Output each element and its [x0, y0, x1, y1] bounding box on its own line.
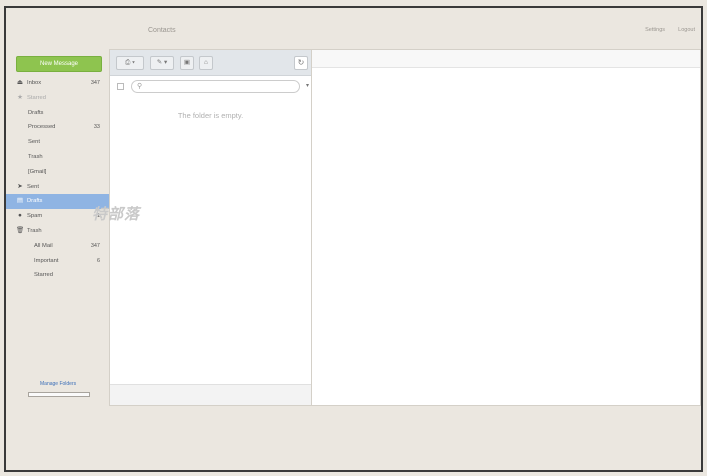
chevron-down-icon[interactable]: ▾: [306, 82, 309, 89]
new-message-button[interactable]: New Message: [16, 56, 102, 72]
sidebar-item-label: Drafts: [27, 198, 43, 205]
refresh-button[interactable]: ↻: [294, 56, 308, 70]
empty-folder-message: The folder is empty.: [177, 111, 244, 120]
warning-icon: ●: [18, 212, 22, 220]
search-input[interactable]: ⚲: [131, 80, 300, 93]
sidebar-item-label: Starred: [34, 272, 54, 279]
sidebar-item-sent[interactable]: ➤ Sent: [6, 180, 110, 195]
sidebar-item-inbox[interactable]: ⏏ Inbox 347: [6, 76, 110, 91]
document-icon: ▤: [16, 197, 24, 205]
trash-icon: ▣: [183, 59, 191, 66]
sidebar-item-label: Drafts: [28, 109, 44, 116]
sidebar-item-label: [Gmail]: [28, 168, 47, 175]
forward-button[interactable]: ✎ ▾: [150, 56, 174, 70]
sidebar-item-label: Processed: [28, 124, 56, 131]
unread-count: 6: [96, 257, 100, 264]
reply-icon: ⎙ ▾: [125, 59, 135, 66]
sidebar-item-sent-sub[interactable]: Sent: [6, 135, 110, 150]
sidebar-item-starred[interactable]: ★ Starred: [6, 91, 110, 106]
watermark: 特部落: [92, 206, 141, 223]
unread-count: 33: [93, 124, 100, 131]
sidebar-item-drafts-sub[interactable]: Drafts: [6, 106, 110, 121]
message-list-pane: ⎙ ▾ ✎ ▾ ▣ ⌂ ↻ ⚲ ▾ The folder is empty.: [109, 49, 312, 406]
sidebar-item-trash[interactable]: 🗑 Trash: [6, 224, 110, 239]
unread-count: 347: [90, 242, 100, 249]
top-bar: Contacts Settings Logout: [6, 8, 701, 54]
search-row: ⚲ ▾: [110, 78, 311, 94]
sidebar-item-label: Sent: [28, 139, 40, 146]
select-all-checkbox[interactable]: [117, 83, 124, 90]
trash-icon: 🗑: [16, 226, 25, 234]
sidebar-item-label: Important: [34, 257, 59, 264]
folder-list: ⏏ Inbox 347 ★ Starred Drafts Processed 33 Sent Tr…: [6, 76, 110, 283]
app-window: Contacts Settings Logout New Message ⏏ In…: [4, 6, 703, 472]
sidebar-item-label: Sent: [27, 183, 39, 190]
reply-button[interactable]: ⎙ ▾: [116, 56, 144, 70]
contacts-link[interactable]: Contacts: [148, 27, 176, 34]
sidebar-item-label: Trash: [28, 153, 43, 160]
search-icon: ⚲: [137, 83, 143, 90]
logout-link[interactable]: Logout: [678, 27, 695, 33]
quota-bar: [28, 392, 90, 397]
list-toolbar: ⎙ ▾ ✎ ▾ ▣ ⌂ ↻: [110, 50, 311, 76]
sidebar-item-label: Trash: [27, 227, 42, 234]
delete-button[interactable]: ▣: [180, 56, 194, 70]
star-icon: ★: [17, 93, 23, 101]
inbox-icon: ⏏: [16, 79, 24, 86]
list-footer: [110, 384, 311, 405]
sidebar-item-all-mail[interactable]: All Mail 347: [6, 239, 110, 254]
sidebar-item-gmail[interactable]: [Gmail]: [6, 165, 110, 180]
reading-pane: [311, 49, 701, 406]
archive-button[interactable]: ⌂: [199, 56, 213, 70]
archive-icon: ⌂: [204, 59, 208, 66]
unread-count: 347: [90, 80, 100, 86]
sidebar-item-processed[interactable]: Processed 33: [6, 120, 110, 135]
sidebar-item-label: All Mail: [34, 242, 53, 249]
sidebar-item-trash-sub[interactable]: Trash: [6, 150, 110, 165]
sidebar-item-label: Spam: [27, 213, 43, 220]
settings-link[interactable]: Settings: [645, 27, 665, 33]
manage-folders-link[interactable]: Manage Folders: [40, 381, 76, 387]
reading-pane-header: [312, 50, 700, 68]
forward-icon: ✎ ▾: [156, 59, 168, 66]
sidebar-item-starred-sub[interactable]: Starred: [6, 268, 110, 283]
paper-plane-icon: ➤: [17, 182, 23, 190]
sidebar-item-important[interactable]: Important 6: [6, 254, 110, 269]
sidebar-item-label: Inbox: [27, 80, 42, 86]
sidebar-item-label: Starred: [27, 94, 47, 101]
refresh-icon: ↻: [297, 58, 305, 67]
